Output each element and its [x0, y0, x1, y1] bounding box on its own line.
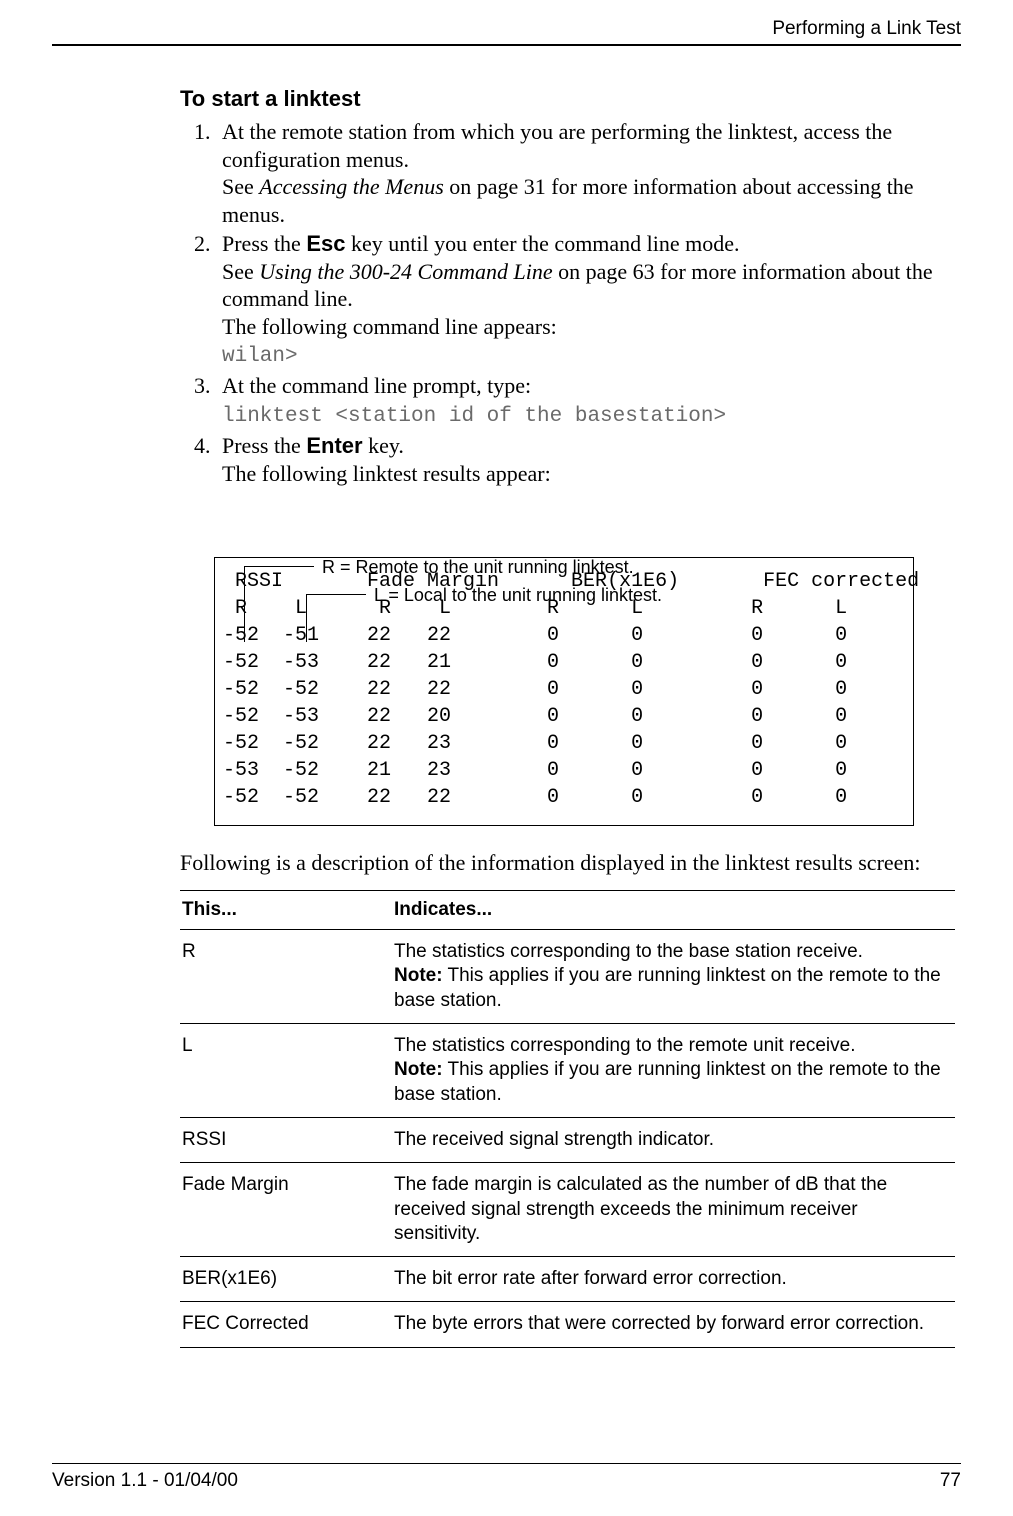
cell-ind-l: The statistics corresponding to the remo… [392, 1023, 955, 1117]
cell-this-l: L [180, 1023, 392, 1117]
step-2: Press the Esc key until you enter the co… [216, 230, 955, 370]
after-box-text: Following is a description of the inform… [180, 850, 955, 876]
cell-ind-fec: The byte errors that were corrected by f… [392, 1302, 955, 1347]
callout-l: L = Local to the unit running linktest. [374, 585, 662, 606]
step4-press: Press the [222, 433, 306, 458]
step-4: Press the Enter key. The following linkt… [216, 432, 955, 487]
row-fade: Fade Margin The fade margin is calculate… [180, 1163, 955, 1257]
cell-ind-rssi: The received signal strength indicator. [392, 1117, 955, 1162]
l-note-label: Note: [394, 1059, 443, 1080]
main-content: To start a linktest At the remote statio… [180, 86, 955, 1348]
callout-r: R = Remote to the unit running linktest. [322, 557, 634, 578]
steps-list: At the remote station from which you are… [180, 118, 955, 487]
r-note: This applies if you are running linktest… [394, 965, 941, 1010]
step2-rest: key until you enter the command line mod… [345, 231, 739, 256]
step-3: At the command line prompt, type: linkte… [216, 372, 955, 430]
l-note: This applies if you are running linktest… [394, 1059, 941, 1104]
linktest-cmd: linktest <station id of the basestation> [222, 405, 726, 428]
cell-this-fec: FEC Corrected [180, 1302, 392, 1347]
step2-press: Press the [222, 231, 306, 256]
step-1: At the remote station from which you are… [216, 118, 955, 228]
th-this: This... [180, 891, 392, 930]
cell-ind-fade: The fade margin is calculated as the num… [392, 1163, 955, 1257]
callout-r-hline [244, 566, 314, 567]
l-desc: The statistics corresponding to the remo… [394, 1035, 856, 1056]
callout-r-vline [244, 566, 245, 642]
row-fec: FEC Corrected The byte errors that were … [180, 1302, 955, 1347]
row-ber: BER(x1E6) The bit error rate after forwa… [180, 1257, 955, 1302]
footer-version: Version 1.1 - 01/04/00 [52, 1470, 238, 1492]
step1-ref: Accessing the Menus [259, 174, 444, 199]
callout-l-vline [306, 594, 307, 642]
callout-l-hline [306, 594, 366, 595]
step4-line2: The following linktest results appear: [222, 461, 551, 486]
cell-ind-ber: The bit error rate after forward error c… [392, 1257, 955, 1302]
row-r: R The statistics corresponding to the ba… [180, 930, 955, 1024]
step1-text1: At the remote station from which you are… [222, 119, 892, 172]
wilan-prompt: wilan> [222, 345, 298, 368]
cell-this-fade: Fade Margin [180, 1163, 392, 1257]
results-diagram: R = Remote to the unit running linktest.… [214, 557, 914, 826]
footer-page: 77 [940, 1470, 961, 1492]
description-table: This... Indicates... R The statistics co… [180, 890, 955, 1348]
section-title: To start a linktest [180, 86, 955, 112]
enter-key: Enter [306, 433, 362, 458]
cell-ind-r: The statistics corresponding to the base… [392, 930, 955, 1024]
row-rssi: RSSI The received signal strength indica… [180, 1117, 955, 1162]
step3-text: At the command line prompt, type: [222, 373, 531, 398]
cell-this-r: R [180, 930, 392, 1024]
step2-see: See [222, 259, 259, 284]
r-note-label: Note: [394, 965, 443, 986]
cell-this-rssi: RSSI [180, 1117, 392, 1162]
page-footer: Version 1.1 - 01/04/00 77 [52, 1463, 961, 1492]
step2-ref: Using the 300-24 Command Line [259, 259, 552, 284]
th-indicates: Indicates... [392, 891, 955, 930]
step1-see: See [222, 174, 259, 199]
step2-line3: The following command line appears: [222, 314, 557, 339]
step4-rest: key. [363, 433, 404, 458]
r-desc: The statistics corresponding to the base… [394, 941, 863, 962]
cell-this-ber: BER(x1E6) [180, 1257, 392, 1302]
page-header: Performing a Link Test [52, 18, 961, 46]
row-l: L The statistics corresponding to the re… [180, 1023, 955, 1117]
esc-key: Esc [306, 231, 345, 256]
header-title: Performing a Link Test [772, 18, 961, 39]
